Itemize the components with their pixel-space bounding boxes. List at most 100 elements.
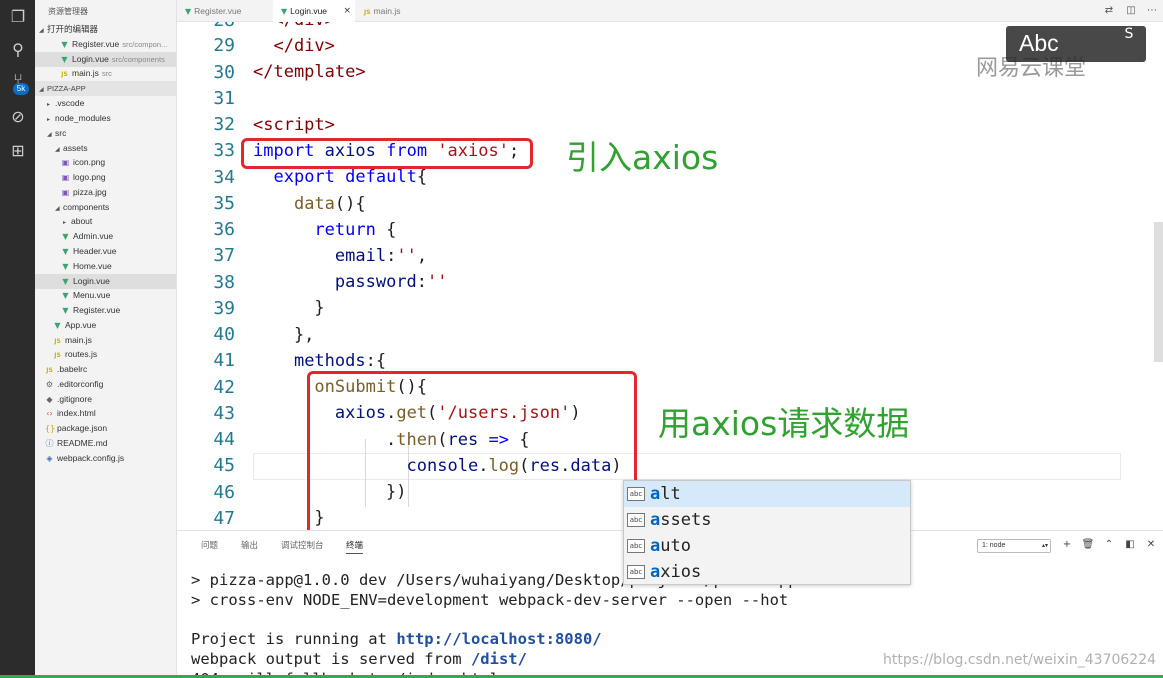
tree-item-pizza-jpg[interactable]: ▣ pizza.jpg	[35, 185, 176, 200]
dist-path: /dist/	[470, 650, 527, 668]
project-header[interactable]: ◢ PIZZA-APP	[35, 81, 176, 96]
tree-item-header-vue[interactable]: ▼ Header.vue	[35, 244, 176, 259]
line-number: 41	[213, 350, 235, 371]
terminal-line: webpack output is served from /dist/	[191, 650, 527, 668]
tree-label: Admin.vue	[73, 231, 114, 241]
search-icon[interactable]: ⚲	[9, 41, 27, 59]
tree-item-src[interactable]: ◢ src	[35, 126, 176, 141]
suggestion-item[interactable]: abc assets	[624, 507, 910, 533]
tree-item-readme[interactable]: ⓘ README.md	[35, 436, 176, 451]
tab-debug-console[interactable]: 调试控制台	[281, 539, 324, 551]
code-line-36: return {	[314, 220, 397, 240]
vue-file-icon: ▼	[62, 247, 69, 256]
expand-arrow-icon: ▸	[63, 219, 67, 226]
tree-item-components[interactable]: ◢ components	[35, 200, 176, 215]
line-number: 34	[213, 167, 235, 188]
explorer-title: 资源管理器	[48, 7, 88, 16]
line-number: 47	[213, 508, 235, 529]
open-editor-name: main.js	[72, 68, 99, 78]
compare-icon[interactable]: ⇄	[1102, 4, 1116, 18]
tree-label: Home.vue	[73, 261, 112, 271]
tree-label: assets	[63, 143, 88, 153]
code-line-29: </div>	[273, 36, 335, 56]
more-actions-icon[interactable]: ⋯	[1145, 4, 1159, 18]
close-icon[interactable]: ×	[343, 0, 351, 22]
tree-item-main-js[interactable]: JS main.js	[35, 333, 176, 348]
gear-icon: ⚙	[45, 380, 54, 389]
tree-item-home-vue[interactable]: ▼ Home.vue	[35, 259, 176, 274]
code-line-40: },	[253, 325, 315, 345]
tree-item-gitignore[interactable]: ◆ .gitignore	[35, 392, 176, 407]
tree-item-login-vue[interactable]: ▼ Login.vue	[35, 274, 176, 289]
collapse-arrow-icon: ◢	[39, 27, 44, 34]
close-panel-icon[interactable]: ✕	[1144, 538, 1158, 552]
line-number: 35	[213, 193, 235, 214]
suggestion-rest: ssets	[660, 510, 712, 530]
tree-label: webpack.config.js	[57, 453, 125, 463]
tree-item-app-vue[interactable]: ▼ App.vue	[35, 318, 176, 333]
tree-item-package-json[interactable]: {} package.json	[35, 421, 176, 436]
editor-scrollbar[interactable]	[1154, 222, 1163, 362]
extensions-icon[interactable]: ⊞	[9, 142, 27, 160]
debug-icon[interactable]: ⊘	[9, 108, 27, 126]
text-suggestion-icon: abc	[627, 487, 645, 501]
tree-item-webpack-config[interactable]: ◈ webpack.config.js	[35, 451, 176, 466]
open-editor-main[interactable]: JS main.js src	[35, 66, 176, 81]
tree-item-routes-js[interactable]: JS routes.js	[35, 347, 176, 362]
tree-item-vscode[interactable]: ▸ .vscode	[35, 96, 176, 111]
vue-file-icon: ▼	[281, 7, 288, 16]
vue-file-icon: ▼	[61, 55, 68, 64]
split-editor-icon[interactable]: ◫	[1124, 4, 1138, 18]
tree-label: App.vue	[65, 320, 97, 330]
tree-item-about[interactable]: ▸ about	[35, 214, 176, 229]
code-line-30: </template>	[253, 62, 366, 82]
tree-label: .vscode	[55, 98, 85, 108]
tree-item-icon-png[interactable]: ▣ icon.png	[35, 155, 176, 170]
tree-item-node-modules[interactable]: ▸ node_modules	[35, 111, 176, 126]
open-editor-login[interactable]: ▼ Login.vue src/components	[35, 52, 176, 67]
info-icon: ⓘ	[45, 439, 54, 448]
suggestion-rest: xios	[660, 562, 702, 582]
trash-icon[interactable]: 🗑	[1081, 538, 1095, 552]
suggestion-match: a	[650, 484, 661, 504]
terminal-select[interactable]: 1: node ▴▾	[977, 539, 1051, 553]
files-icon[interactable]: ❐	[9, 8, 27, 26]
tab-terminal[interactable]: 终端	[346, 539, 364, 554]
git-icon: ◆	[46, 395, 53, 404]
suggestion-item[interactable]: abc axios	[624, 559, 910, 585]
request-annotation: 用axios请求数据	[658, 404, 910, 443]
tree-item-logo-png[interactable]: ▣ logo.png	[35, 170, 176, 185]
tab-problems[interactable]: 问题	[201, 539, 218, 551]
suggestion-item[interactable]: abc alt	[624, 481, 910, 507]
tree-item-editorconfig[interactable]: ⚙ .editorconfig	[35, 377, 176, 392]
localhost-link[interactable]: http://localhost:8080/	[396, 630, 601, 648]
tree-item-index-html[interactable]: ‹› index.html	[35, 406, 176, 421]
add-terminal-icon[interactable]: +	[1060, 538, 1074, 552]
tree-item-babelrc[interactable]: JS .babelrc	[35, 362, 176, 377]
tree-item-menu-vue[interactable]: ▼ Menu.vue	[35, 288, 176, 303]
code-line-38: password:''	[334, 272, 448, 292]
tab-output[interactable]: 输出	[241, 539, 258, 551]
tab-login-vue[interactable]: ▼ Login.vue ×	[273, 0, 355, 22]
open-editors-header[interactable]: ◢ 打开的编辑器	[35, 22, 176, 37]
suggestion-item[interactable]: abc auto	[624, 533, 910, 559]
tab-register-vue[interactable]: ▼ Register.vue	[177, 0, 272, 22]
vue-file-icon: ▼	[61, 40, 68, 49]
tree-item-assets[interactable]: ◢ assets	[35, 141, 176, 156]
tree-label: node_modules	[55, 113, 111, 123]
tree-item-register-vue[interactable]: ▼ Register.vue	[35, 303, 176, 318]
json-file-icon: {}	[45, 424, 56, 433]
tree-label: routes.js	[65, 349, 98, 359]
tree-item-admin-vue[interactable]: ▼ Admin.vue	[35, 229, 176, 244]
chevron-down-icon: ▴▾	[1041, 542, 1048, 549]
tree-label: .editorconfig	[57, 379, 104, 389]
code-line-41: methods:{	[293, 351, 387, 371]
tab-main-js[interactable]: JS main.js	[356, 0, 430, 22]
maximize-panel-icon[interactable]: ◧	[1123, 538, 1137, 552]
open-editor-register[interactable]: ▼ Register.vue src/compon...	[35, 37, 176, 52]
tree-label: index.html	[57, 408, 96, 418]
chevron-up-icon[interactable]: ⌃	[1102, 538, 1116, 552]
line-number: 45	[213, 455, 235, 476]
terminal-select-value: 1: node	[982, 542, 1006, 549]
image-file-icon: ▣	[61, 158, 70, 167]
